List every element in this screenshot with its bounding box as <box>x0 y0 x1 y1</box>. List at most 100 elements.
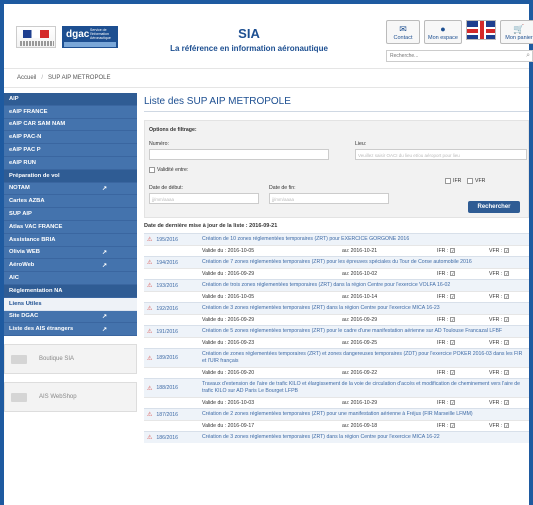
sup-aip-row[interactable]: ⚠ 187/2016 Création de 2 zones réglementée… <box>144 408 529 420</box>
ifr-status: IFR : ✓ <box>437 294 489 300</box>
sup-aip-row[interactable]: ⚠ 195/2016 Création de 10 zones réglementé… <box>144 233 529 245</box>
sidebar-item-liens-utiles[interactable]: Liens Utiles <box>4 297 137 311</box>
cart-icon <box>11 392 27 402</box>
sidebar-item-aip[interactable]: AIP <box>4 93 137 106</box>
sidebar-item-aic[interactable]: AIC <box>4 272 137 285</box>
dgac-logo[interactable]: dgac Service de l'Information Aéronautiq… <box>62 26 118 48</box>
sidebar-item-label: eAIP CAR SAM NAM <box>9 121 66 128</box>
date-fin-field[interactable]: jj/mm/aaaa <box>269 193 389 204</box>
ifr-checkbox[interactable] <box>445 178 451 184</box>
sidebar-item-eaip-run[interactable]: eAIP RUN <box>4 156 137 170</box>
site-title: SIA <box>238 26 260 41</box>
sup-aip-description[interactable]: Création de 10 zones réglementées tempor… <box>202 236 529 243</box>
sidebar-item-sup-aip[interactable]: SUP AIP <box>4 208 137 221</box>
sup-aip-number-text: 188/2016 <box>156 385 179 391</box>
uk-flag-icon[interactable] <box>466 20 496 40</box>
ifr-status-label: IFR : <box>437 370 449 376</box>
sup-aip-description[interactable]: Création de 7 zones réglementées tempora… <box>202 259 529 266</box>
sup-aip-number[interactable]: ⚠ 187/2016 <box>144 411 202 419</box>
lieu-label: Lieu: <box>355 141 367 147</box>
external-link-icon: ↗ <box>101 262 107 269</box>
sup-aip-description[interactable]: Création de 3 zones réglementées tempora… <box>202 434 529 441</box>
sup-aip-row[interactable]: ⚠ 188/2016 Travaux d'extension de l'aire d… <box>144 378 529 397</box>
republique-francaise-logo[interactable] <box>16 26 56 48</box>
sup-aip-number[interactable]: ⚠ 194/2016 <box>144 259 202 267</box>
sidebar-item-label: AIC <box>9 275 19 282</box>
sup-aip-row[interactable]: ⚠ 194/2016 Création de 7 zones réglementée… <box>144 256 529 268</box>
sup-aip-row[interactable]: ⚠ 192/2016 Création de 3 zones réglementée… <box>144 302 529 314</box>
sidebar-item-label: Liste des AIS étrangers <box>9 326 74 333</box>
sup-aip-description[interactable]: Création de zones réglementées temporair… <box>202 351 529 365</box>
sidebar-item-eaip-france[interactable]: eAIP FRANCE <box>4 105 137 119</box>
sup-aip-number[interactable]: ⚠ 186/2016 <box>144 434 202 442</box>
sidebar-item-notam[interactable]: NOTAM ↗ <box>4 182 137 196</box>
sup-aip-description[interactable]: Création de trois zones réglementées tem… <box>202 282 529 289</box>
sidebar-item-a-roweb[interactable]: AéroWeb ↗ <box>4 259 137 273</box>
sup-aip-description[interactable]: Création de 5 zones réglementées tempora… <box>202 328 529 335</box>
validite-checkbox[interactable] <box>149 167 155 173</box>
vfr-status: VFR : ✓ <box>489 400 510 406</box>
sidebar-item-atlas-vac-france[interactable]: Atlas VAC FRANCE <box>4 220 137 234</box>
sidebar-item-cartes-azba[interactable]: Cartes AZBA <box>4 195 137 209</box>
sidebar-item-assistance-bria[interactable]: Assistance BRIA <box>4 233 137 247</box>
rechercher-button[interactable]: Rechercher <box>468 201 520 213</box>
pdf-icon: ⚠ <box>147 329 153 335</box>
search-icon[interactable]: ⌕ <box>526 52 530 60</box>
sidebar-item-olivia-web[interactable]: Olivia WEB ↗ <box>4 246 137 260</box>
mon-panier-button[interactable]: 🛒 Mon panier <box>500 20 533 44</box>
ifr-check-icon: ✓ <box>450 423 456 429</box>
sup-aip-number[interactable]: ⚠ 193/2016 <box>144 282 202 290</box>
main-content: Liste des SUP AIP METROPOLE Options de f… <box>144 96 529 443</box>
vfr-label: VFR <box>475 178 486 184</box>
filter-panel: Options de filtrage: Numéro: Lieu: Veuil… <box>144 120 529 218</box>
sup-aip-description[interactable]: Création de 3 zones réglementées tempora… <box>202 305 529 312</box>
sidebar-item-label: Olivia WEB <box>9 249 40 256</box>
contact-button[interactable]: ✉ Contact <box>386 20 420 44</box>
vfr-status-label: VFR : <box>489 248 503 254</box>
sidebar-item-r-glementation-na[interactable]: Réglementation NA <box>4 284 137 298</box>
sidebar-item-label: AéroWeb <box>9 262 35 269</box>
sup-aip-row[interactable]: ⚠ 186/2016 Création de 3 zones réglementée… <box>144 431 529 443</box>
sidebar-item-eaip-car-sam-nam[interactable]: eAIP CAR SAM NAM <box>4 118 137 132</box>
shop-ais-webshop[interactable]: AIS WebShop <box>4 382 137 413</box>
search-input[interactable] <box>387 51 517 61</box>
sup-aip-number-text: 191/2016 <box>156 328 179 335</box>
vfr-check-icon: ✓ <box>504 271 510 277</box>
sup-aip-description[interactable]: Travaux d'extension de l'aire de trafic … <box>202 381 529 395</box>
sup-aip-number-text: 189/2016 <box>156 355 179 361</box>
sup-aip-number[interactable]: ⚠ 191/2016 <box>144 328 202 336</box>
sidebar-item-site-dgac[interactable]: Site DGAC ↗ <box>4 310 137 324</box>
shop-label: Boutique SIA <box>39 356 75 363</box>
sidebar-item-liste-des-ais-trangers[interactable]: Liste des AIS étrangers ↗ <box>4 323 137 337</box>
date-debut-field[interactable]: jj/mm/aaaa <box>149 193 259 204</box>
sup-aip-number[interactable]: ⚠ 192/2016 <box>144 305 202 313</box>
ifr-label: IFR <box>453 178 462 184</box>
site-header: dgac Service de l'Information Aéronautiq… <box>4 4 533 64</box>
sup-aip-number[interactable]: ⚠ 188/2016 <box>144 385 202 392</box>
sidebar-item-label: eAIP FRANCE <box>9 108 48 115</box>
breadcrumb-home[interactable]: Accueil <box>17 75 36 81</box>
sup-aip-validity-row: Valide du : 2016-10-03 au: 2016-10-29 IFR … <box>144 397 529 408</box>
numero-field[interactable] <box>149 149 329 160</box>
sidebar-item-label: AIP <box>9 95 19 102</box>
sup-aip-number[interactable]: ⚠ 195/2016 <box>144 236 202 244</box>
site-subtitle: La référence en information aéronautique <box>170 44 328 53</box>
shop-boutique-sia[interactable]: Boutique SIA <box>4 344 137 375</box>
sup-aip-row[interactable]: ⚠ 189/2016 Création de zones réglementées … <box>144 348 529 367</box>
lieu-field[interactable]: Veuillez saisir OACI du lieu et/ou aérop… <box>355 149 527 160</box>
validite-label: Validité entre: <box>157 167 189 173</box>
sup-aip-row[interactable]: ⚠ 191/2016 Création de 5 zones réglementée… <box>144 325 529 337</box>
sidebar-item-label: Atlas VAC FRANCE <box>9 223 63 230</box>
sidebar-item-eaip-pac-n[interactable]: eAIP PAC-N <box>4 131 137 145</box>
sidebar-item-label: Liens Utiles <box>9 300 42 307</box>
sidebar-item-pr-paration-de-vol[interactable]: Préparation de vol <box>4 169 137 183</box>
mon-espace-button[interactable]: ● Mon espace <box>424 20 462 44</box>
ifr-status: IFR : ✓ <box>437 271 489 277</box>
sup-aip-number[interactable]: ⚠ 189/2016 <box>144 355 202 362</box>
vfr-checkbox[interactable] <box>467 178 473 184</box>
valid-to: au: 2016-09-29 <box>342 317 378 323</box>
sidebar-item-label: Assistance BRIA <box>9 236 56 243</box>
sup-aip-description[interactable]: Création de 2 zones réglementées tempora… <box>202 411 529 418</box>
sidebar-item-eaip-pac-p[interactable]: eAIP PAC P <box>4 144 137 157</box>
sup-aip-row[interactable]: ⚠ 193/2016 Création de trois zones régleme… <box>144 279 529 291</box>
